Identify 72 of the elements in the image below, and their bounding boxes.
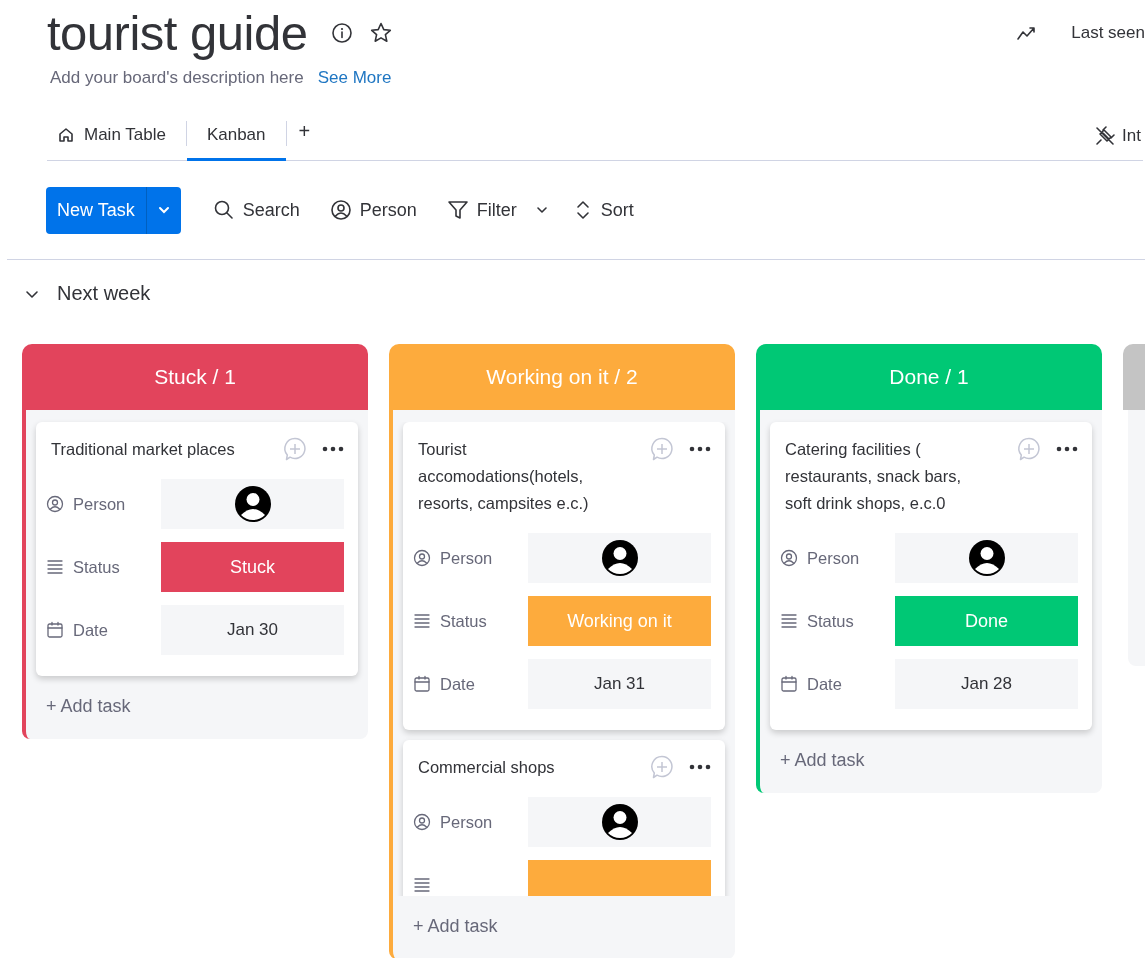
person-icon [413,813,431,831]
date-cell[interactable]: Jan 30 [161,605,344,655]
person-cell[interactable] [161,479,344,529]
column-title: Working on it / 2 [486,365,638,389]
person-cell[interactable] [528,797,711,847]
search-button[interactable]: Search [212,199,300,221]
list-icon [413,876,431,894]
last-seen-label[interactable]: Last seen [1071,23,1145,43]
card-title: Commercial shops [417,757,556,778]
calendar-icon [780,675,798,693]
field-label: Person [807,548,860,568]
add-task-button[interactable]: + Add task [393,896,735,958]
more-icon[interactable] [689,445,711,453]
star-icon[interactable] [369,21,394,45]
person-icon [46,495,64,513]
board-description[interactable]: Add your board's description here [50,68,304,88]
person-cell[interactable] [895,533,1078,583]
add-task-button[interactable]: + Add task [760,730,1102,793]
avatar-icon [233,485,272,523]
task-card[interactable]: Tourist accomodations(hotels, resorts, campsites e.c.) Person Status Working on it Date Jan 31 [403,422,725,730]
person-icon [329,199,352,221]
calendar-icon [413,675,431,693]
column-title: Done / 1 [889,365,969,389]
card-title: Catering facilities ( restaurants, snack bars, soft drink shops, e.c.0 [784,439,963,514]
task-card[interactable]: Commercial shops Person [403,740,725,896]
more-icon[interactable] [689,763,711,771]
more-icon[interactable] [322,445,344,453]
sort-button[interactable]: Sort [572,198,634,222]
status-label[interactable]: Stuck [161,542,344,592]
person-icon [780,549,798,567]
integrate-button[interactable]: Int [1094,111,1143,160]
field-label: Date [807,674,842,694]
list-icon [413,612,431,630]
new-task-button[interactable]: New Task [46,186,181,234]
date-cell[interactable]: Jan 28 [895,659,1078,709]
board-title: tourist guide [47,6,308,60]
avatar-icon [600,539,639,577]
add-view-button[interactable]: + [286,111,323,151]
card-title: Traditional market places [50,439,236,460]
person-icon [413,549,431,567]
field-label: Person [440,812,493,832]
view-tab[interactable]: Main Table [47,111,186,161]
person-cell[interactable] [528,533,711,583]
task-card[interactable]: Catering facilities ( restaurants, snack bars, soft drink shops, e.c.0 Person Status Done Date Jan 28 [770,422,1092,730]
more-icon[interactable] [1056,445,1078,453]
group-title[interactable]: Next week [57,282,151,305]
view-tab[interactable]: Kanban [186,111,286,161]
plug-icon [1094,124,1117,147]
list-icon [46,558,64,576]
field-label: Status [807,611,854,631]
see-more-link[interactable]: See More [317,68,392,88]
filter-button[interactable]: Filter [446,199,549,221]
field-label: Date [440,674,475,694]
calendar-icon [46,621,64,639]
filter-icon [446,199,469,221]
avatar-icon [600,803,639,841]
person-button[interactable]: Person [329,199,417,221]
field-label: Person [73,494,126,514]
column-title: Stuck / 1 [154,365,236,389]
add-task-button[interactable]: + Add task [26,676,368,739]
info-icon[interactable] [331,22,354,44]
avatar-icon [967,539,1006,577]
field-label: Date [73,620,108,640]
field-label: Status [73,557,120,577]
list-icon [780,612,798,630]
search-icon [212,199,235,221]
field-label: Status [440,611,487,631]
card-title: Tourist accomodations(hotels, resorts, campsites e.c.) [417,439,590,514]
date-cell[interactable]: Jan 31 [528,659,711,709]
home-icon [57,125,75,144]
field-label: Person [440,548,493,568]
task-card[interactable]: Traditional market places Person Status Stuck Date Jan 30 [36,422,358,676]
